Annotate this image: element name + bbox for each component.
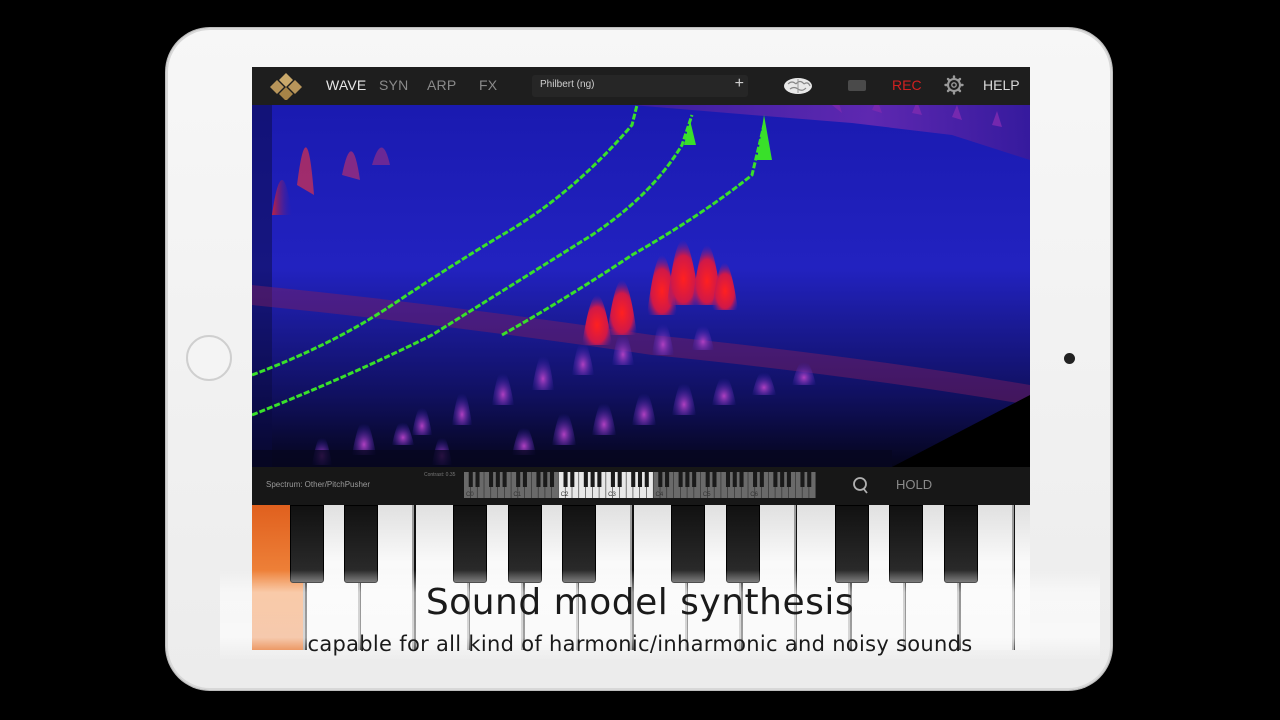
home-button[interactable] bbox=[186, 335, 232, 381]
mini-black-key bbox=[807, 472, 812, 487]
brain-icon[interactable] bbox=[782, 76, 814, 96]
caption-title: Sound model synthesis bbox=[425, 582, 855, 623]
display-toggle-button[interactable] bbox=[848, 80, 866, 91]
spectrum-3d-view[interactable] bbox=[252, 105, 1030, 467]
spectrum-label: Spectrum: Other/PitchPusher bbox=[266, 480, 371, 489]
octave-label: C4 bbox=[656, 492, 664, 498]
mini-black-key bbox=[773, 472, 778, 487]
mini-black-key bbox=[475, 472, 480, 487]
mini-black-key bbox=[692, 472, 697, 487]
contrast-label: Contrast: 0.35 bbox=[424, 472, 456, 478]
mini-black-key bbox=[489, 472, 494, 487]
mini-black-key bbox=[786, 472, 791, 487]
mini-black-key bbox=[685, 472, 690, 487]
mini-black-key bbox=[739, 472, 744, 487]
mini-black-key bbox=[753, 472, 758, 487]
mini-black-key bbox=[522, 472, 527, 487]
mini-black-key bbox=[549, 472, 555, 487]
mini-black-key bbox=[631, 472, 636, 487]
settings-gear-icon[interactable] bbox=[944, 75, 964, 95]
tab-fx[interactable]: FX bbox=[479, 77, 497, 93]
help-button[interactable]: HELP bbox=[983, 77, 1020, 93]
octave-label: C2 bbox=[561, 492, 569, 498]
mini-black-key bbox=[658, 472, 663, 487]
add-preset-button[interactable]: + bbox=[735, 75, 744, 93]
record-button[interactable]: REC bbox=[892, 77, 922, 93]
app-screen: WAVE SYN ARP FX Philbert (ng) + REC HELP… bbox=[252, 67, 1030, 650]
preset-selector[interactable]: Philbert (ng) + bbox=[532, 75, 748, 97]
video-frame: WAVE SYN ARP FX Philbert (ng) + REC HELP… bbox=[0, 0, 1280, 720]
mini-black-key bbox=[705, 472, 710, 487]
mini-black-key bbox=[583, 472, 588, 487]
caption-subtitle: capable for all kind of harmonic/inharmo… bbox=[307, 632, 973, 656]
mini-black-key bbox=[495, 472, 500, 487]
octave-label: C1 bbox=[513, 492, 521, 498]
mini-black-key bbox=[502, 472, 507, 487]
tab-arp[interactable]: ARP bbox=[427, 77, 456, 93]
octave-label: C0 bbox=[466, 492, 474, 498]
mini-black-key bbox=[678, 472, 683, 487]
top-bar: WAVE SYN ARP FX Philbert (ng) + REC HELP bbox=[252, 67, 1030, 106]
mini-black-key bbox=[543, 472, 548, 487]
control-bar: Spectrum: Other/PitchPusher Contrast: 0.… bbox=[252, 467, 1030, 505]
mini-black-key bbox=[570, 472, 575, 487]
search-icon[interactable] bbox=[852, 475, 870, 495]
mini-black-key bbox=[610, 472, 615, 487]
mini-black-key bbox=[780, 472, 785, 487]
mini-keyboard-navigator[interactable]: C0 C1 C2 C3 C4 C5 C6 bbox=[464, 472, 816, 498]
octave-label: C6 bbox=[750, 492, 758, 498]
mini-black-key bbox=[712, 472, 717, 487]
mini-black-key bbox=[597, 472, 602, 487]
mini-black-key bbox=[759, 472, 764, 487]
mini-black-key bbox=[732, 472, 737, 487]
octave-label: C3 bbox=[608, 492, 616, 498]
tab-wave[interactable]: WAVE bbox=[326, 77, 366, 93]
mini-black-key bbox=[536, 472, 541, 487]
mini-black-key bbox=[590, 472, 595, 487]
mini-black-key bbox=[665, 472, 670, 487]
app-logo-icon[interactable] bbox=[266, 72, 306, 100]
mini-black-key bbox=[725, 472, 731, 487]
hold-button[interactable]: HOLD bbox=[896, 477, 932, 492]
mini-black-key bbox=[637, 472, 643, 487]
camera-dot bbox=[1064, 353, 1075, 364]
mini-black-key bbox=[468, 472, 473, 487]
mini-black-key bbox=[644, 472, 649, 487]
octave-label: C5 bbox=[703, 492, 711, 498]
preset-name: Philbert (ng) bbox=[540, 79, 595, 90]
tab-syn[interactable]: SYN bbox=[379, 77, 408, 93]
mini-black-key bbox=[563, 472, 568, 487]
mini-black-key bbox=[617, 472, 622, 487]
mini-black-key bbox=[516, 472, 521, 487]
mini-black-key bbox=[800, 472, 805, 487]
